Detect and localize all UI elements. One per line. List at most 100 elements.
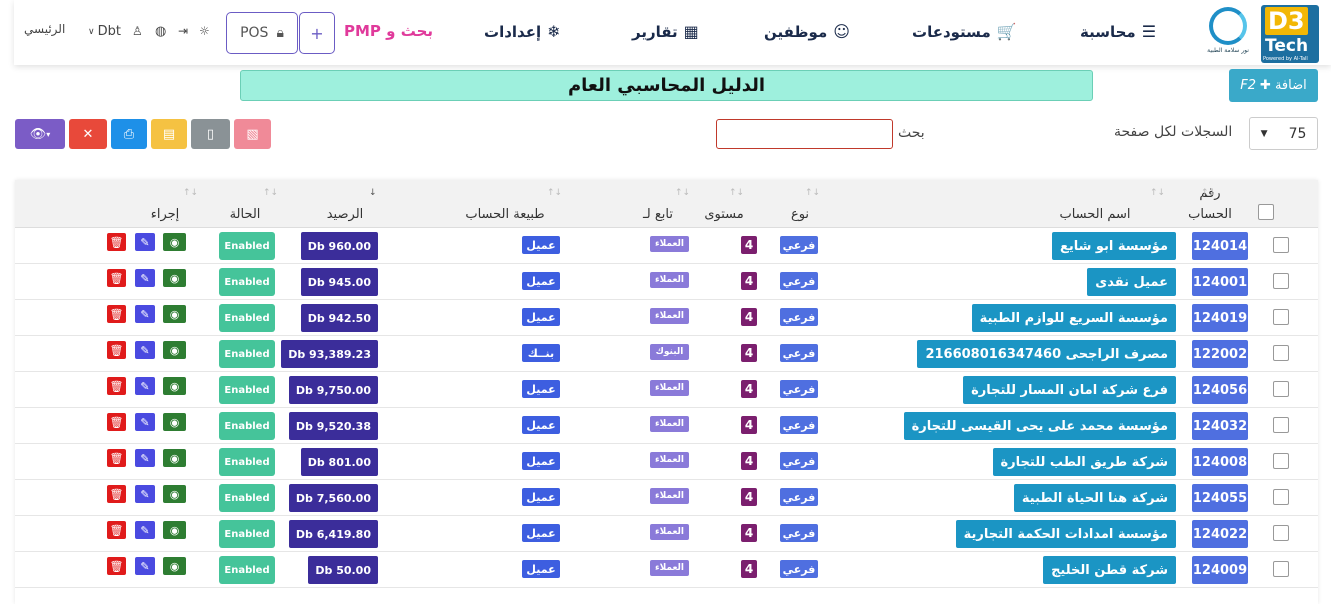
header-nature[interactable]: طبيعة الحساب: [450, 207, 560, 222]
edit-icon[interactable]: ✎: [135, 269, 155, 287]
view-icon[interactable]: ◉: [163, 305, 186, 323]
account-number[interactable]: 124001: [1192, 268, 1248, 296]
csv-button[interactable]: ▤: [151, 119, 187, 149]
header-name[interactable]: اسم الحساب: [1035, 207, 1155, 222]
header-level[interactable]: مستوى: [699, 207, 749, 222]
row-checkbox[interactable]: [1273, 489, 1289, 505]
search-input[interactable]: [716, 119, 893, 149]
sort-icon[interactable]: ↑↓: [675, 188, 690, 198]
row-checkbox[interactable]: [1273, 381, 1289, 397]
trash-icon[interactable]: 🗑︎: [107, 305, 126, 323]
account-number[interactable]: 124009: [1192, 556, 1248, 584]
edit-icon[interactable]: ✎: [135, 413, 155, 431]
status-badge[interactable]: Enabled: [219, 448, 275, 476]
row-checkbox[interactable]: [1273, 345, 1289, 361]
account-name[interactable]: فرع شركة امان المسار للتجارة: [963, 376, 1176, 404]
edit-icon[interactable]: ✎: [135, 557, 155, 575]
pos-button[interactable]: POS 🔒︎: [226, 12, 298, 54]
row-checkbox[interactable]: [1273, 273, 1289, 289]
header-number-line2[interactable]: الحساب: [1185, 207, 1235, 222]
sort-icon[interactable]: ↑↓: [729, 188, 744, 198]
sort-icon[interactable]: ↑↓: [805, 188, 820, 198]
account-name[interactable]: شركة قطن الخليج: [1043, 556, 1176, 584]
pdf-button[interactable]: ▧: [234, 119, 271, 149]
account-name[interactable]: عميل نقدى: [1087, 268, 1176, 296]
status-badge[interactable]: Enabled: [219, 520, 275, 548]
d3tech-logo[interactable]: D3 Tech Powered by Al-Tall: [1261, 5, 1319, 63]
edit-icon[interactable]: ✎: [135, 485, 155, 503]
sort-icon[interactable]: ↑↓: [1150, 188, 1165, 198]
account-name[interactable]: شركة هنا الحياة الطبية: [1013, 484, 1176, 512]
trash-icon[interactable]: 🗑︎: [107, 233, 126, 251]
header-type[interactable]: نوع: [780, 207, 820, 222]
nav-warehouses[interactable]: 🛒 مستودعات: [912, 22, 1017, 41]
edit-icon[interactable]: ✎: [135, 341, 155, 359]
print-button[interactable]: ⎙: [111, 119, 147, 149]
account-number[interactable]: 124019: [1192, 304, 1248, 332]
account-name[interactable]: مؤسسة ابو شايع: [1051, 232, 1176, 260]
sort-active-icon[interactable]: ↓: [369, 188, 377, 198]
copy-button[interactable]: ▯: [191, 119, 230, 149]
trash-icon[interactable]: 🗑︎: [107, 557, 126, 575]
status-badge[interactable]: Enabled: [219, 268, 275, 296]
status-badge[interactable]: Enabled: [219, 556, 275, 584]
home-link[interactable]: الرئيسي: [24, 22, 65, 36]
account-name[interactable]: مصرف الراجحى 216608016347460: [917, 340, 1176, 368]
trash-icon[interactable]: 🗑︎: [107, 269, 126, 287]
account-name[interactable]: مؤسسة امدادات الحكمة التجارية: [955, 520, 1176, 548]
row-checkbox[interactable]: [1273, 453, 1289, 469]
account-number[interactable]: 124056: [1192, 376, 1248, 404]
trash-icon[interactable]: 🗑︎: [107, 413, 126, 431]
logout-icon[interactable]: ⇥: [178, 24, 188, 38]
trash-icon[interactable]: 🗑︎: [107, 377, 126, 395]
view-icon[interactable]: ◉: [163, 269, 186, 287]
status-badge[interactable]: Enabled: [219, 340, 275, 368]
edit-icon[interactable]: ✎: [135, 305, 155, 323]
view-icon[interactable]: ◉: [163, 449, 186, 467]
row-checkbox[interactable]: [1273, 561, 1289, 577]
view-icon[interactable]: ◉: [163, 521, 186, 539]
trash-icon[interactable]: 🗑︎: [107, 341, 126, 359]
sort-icon[interactable]: ↑↓: [263, 188, 278, 198]
status-badge[interactable]: Enabled: [219, 304, 275, 332]
currency-dropdown[interactable]: ∨ Dbt: [88, 24, 121, 39]
view-icon[interactable]: ◉: [163, 557, 186, 575]
nav-reports[interactable]: ▦ تقارير: [632, 22, 699, 41]
view-icon[interactable]: ◉: [163, 233, 186, 251]
plus-button[interactable]: +: [299, 12, 335, 54]
account-number[interactable]: 124008: [1192, 448, 1248, 476]
account-number[interactable]: 124032: [1192, 412, 1248, 440]
nav-accounting[interactable]: ☰ محاسبة: [1080, 22, 1156, 41]
row-checkbox[interactable]: [1273, 237, 1289, 253]
select-all-checkbox[interactable]: [1258, 204, 1274, 220]
theme-toggle-icon[interactable]: ☼: [199, 24, 210, 38]
trash-icon[interactable]: 🗑︎: [107, 449, 126, 467]
trash-icon[interactable]: 🗑︎: [107, 485, 126, 503]
view-icon[interactable]: ◉: [163, 413, 186, 431]
nav-search-pmp[interactable]: بحث و PMP: [344, 22, 433, 40]
account-name[interactable]: مؤسسة السريع للوازم الطبية: [971, 304, 1176, 332]
view-icon[interactable]: ◉: [163, 485, 186, 503]
account-number[interactable]: 122002: [1192, 340, 1248, 368]
trash-icon[interactable]: 🗑︎: [107, 521, 126, 539]
row-checkbox[interactable]: [1273, 525, 1289, 541]
row-checkbox[interactable]: [1273, 417, 1289, 433]
edit-icon[interactable]: ✎: [135, 377, 155, 395]
edit-icon[interactable]: ✎: [135, 449, 155, 467]
edit-icon[interactable]: ✎: [135, 233, 155, 251]
account-number[interactable]: 124022: [1192, 520, 1248, 548]
sort-icon[interactable]: ↑↓: [547, 188, 562, 198]
nav-employees[interactable]: ☺ موظفين: [764, 22, 850, 41]
globe-icon[interactable]: ◍: [155, 24, 166, 39]
header-status[interactable]: الحالة: [225, 207, 265, 222]
status-badge[interactable]: Enabled: [219, 412, 275, 440]
add-button[interactable]: اضافة ✚ F2: [1229, 69, 1318, 102]
per-page-select[interactable]: ▼ 75: [1249, 117, 1318, 150]
row-checkbox[interactable]: [1273, 309, 1289, 325]
sort-icon[interactable]: ↑↓: [1201, 188, 1216, 198]
status-badge[interactable]: Enabled: [219, 376, 275, 404]
view-icon[interactable]: ◉: [163, 341, 186, 359]
header-balance[interactable]: الرصيد: [315, 207, 375, 222]
clear-button[interactable]: ✕: [69, 119, 107, 149]
account-name[interactable]: مؤسسة محمد على يحى القيسى للتجارة: [903, 412, 1176, 440]
